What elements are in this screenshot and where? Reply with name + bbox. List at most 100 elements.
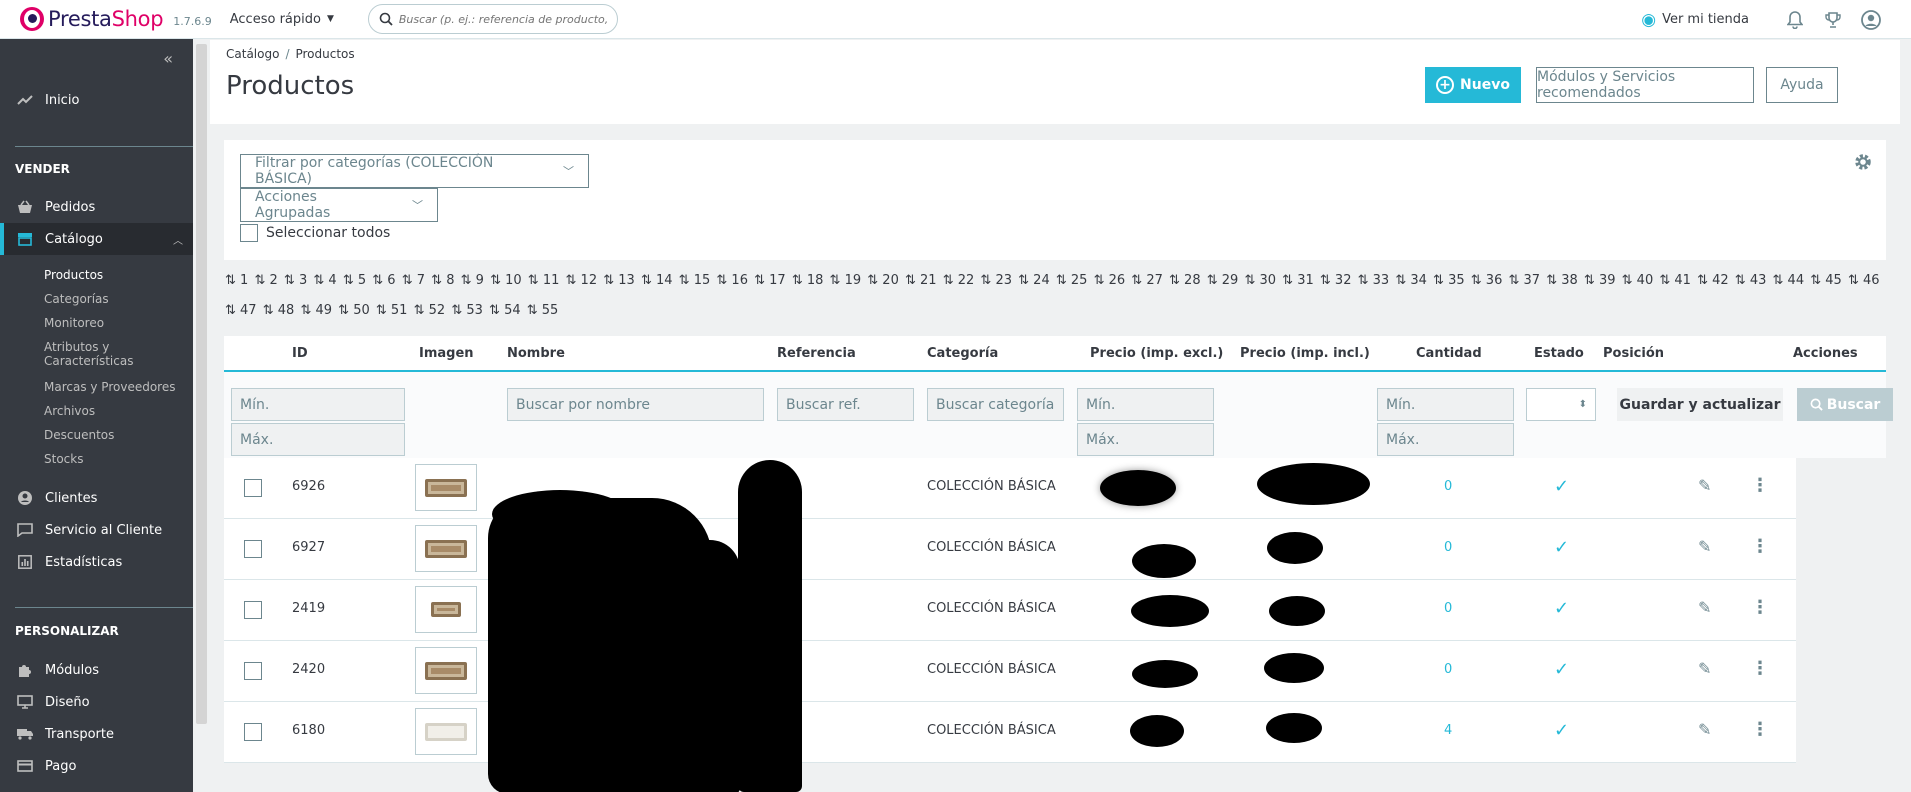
- th-price-incl[interactable]: Precio (imp. incl.): [1240, 346, 1370, 361]
- row-checkbox[interactable]: [244, 662, 262, 680]
- th-price-excl[interactable]: Precio (imp. excl.): [1090, 346, 1223, 361]
- sort-link[interactable]: 17: [769, 273, 786, 288]
- sort-link[interactable]: 15: [694, 273, 711, 288]
- sort-link[interactable]: 12: [581, 273, 598, 288]
- edit-icon[interactable]: ✎: [1698, 476, 1711, 495]
- sort-link[interactable]: 35: [1448, 273, 1465, 288]
- sidebar-item-modules[interactable]: Módulos: [0, 654, 193, 686]
- subnav-monitoring[interactable]: Monitoreo: [44, 316, 104, 330]
- more-vertical-icon[interactable]: ⋮: [1751, 719, 1769, 740]
- sort-link[interactable]: 9: [476, 273, 484, 288]
- sidebar-item-customer-service[interactable]: Servicio al Cliente: [0, 514, 193, 546]
- sort-link[interactable]: 37: [1524, 273, 1541, 288]
- breadcrumb-products[interactable]: Productos: [295, 47, 354, 61]
- row-checkbox[interactable]: [244, 540, 262, 558]
- more-vertical-icon[interactable]: ⋮: [1751, 475, 1769, 496]
- th-quantity[interactable]: Cantidad: [1416, 346, 1482, 361]
- category-search-input[interactable]: Buscar categoría: [927, 388, 1064, 421]
- sort-link[interactable]: 3: [299, 273, 307, 288]
- sort-link[interactable]: 24: [1033, 273, 1050, 288]
- subnav-discounts[interactable]: Descuentos: [44, 428, 114, 442]
- table-row[interactable]: 6180 COLECCIÓN BÁSICA 4 ✓ ✎ ⋮: [224, 702, 1796, 763]
- select-all-checkbox[interactable]: [240, 224, 258, 242]
- sort-link[interactable]: 39: [1599, 273, 1616, 288]
- sort-link[interactable]: 26: [1109, 273, 1126, 288]
- check-icon[interactable]: ✓: [1554, 598, 1569, 619]
- table-row[interactable]: 2419 COLECCIÓN BÁSICA 0 ✓ ✎ ⋮: [224, 580, 1796, 641]
- subnav-stocks[interactable]: Stocks: [44, 452, 83, 466]
- sort-link[interactable]: 36: [1486, 273, 1503, 288]
- gear-icon[interactable]: [1853, 152, 1873, 176]
- notifications-bell-icon[interactable]: [1785, 10, 1805, 30]
- sort-link[interactable]: 51: [391, 303, 408, 318]
- edit-icon[interactable]: ✎: [1698, 720, 1711, 739]
- table-row[interactable]: 6927 COLECCIÓN BÁSICA 0 ✓ ✎ ⋮: [224, 519, 1796, 580]
- sort-link[interactable]: 48: [278, 303, 295, 318]
- sort-link[interactable]: 38: [1561, 273, 1578, 288]
- trophy-icon[interactable]: [1823, 10, 1843, 30]
- sort-link[interactable]: 20: [882, 273, 899, 288]
- row-checkbox[interactable]: [244, 479, 262, 497]
- price-max-input[interactable]: Máx.: [1077, 423, 1214, 456]
- user-avatar-icon[interactable]: [1861, 9, 1881, 30]
- sidebar-item-catalog[interactable]: Catálogo ︿: [0, 223, 193, 255]
- quick-access-dropdown[interactable]: Acceso rápido ▼: [230, 12, 334, 27]
- sort-link[interactable]: 53: [466, 303, 483, 318]
- price-min-input[interactable]: Mín.: [1077, 388, 1214, 421]
- id-min-input[interactable]: Mín.: [231, 388, 405, 421]
- sort-link[interactable]: 31: [1297, 273, 1314, 288]
- check-icon[interactable]: ✓: [1554, 720, 1569, 741]
- subnav-brands[interactable]: Marcas y Proveedores: [44, 380, 175, 394]
- sort-link[interactable]: 33: [1373, 273, 1390, 288]
- sort-link[interactable]: 10: [505, 273, 522, 288]
- subnav-categories[interactable]: Categorías: [44, 292, 109, 306]
- sort-link[interactable]: 16: [731, 273, 748, 288]
- bulk-actions-dropdown[interactable]: Acciones Agrupadas ﹀: [240, 188, 438, 222]
- sidebar-item-orders[interactable]: Pedidos: [0, 191, 193, 223]
- row-checkbox[interactable]: [244, 601, 262, 619]
- more-vertical-icon[interactable]: ⋮: [1751, 597, 1769, 618]
- subnav-files[interactable]: Archivos: [44, 404, 95, 418]
- quantity-max-input[interactable]: Máx.: [1377, 423, 1514, 456]
- sort-link[interactable]: 6: [387, 273, 395, 288]
- check-icon[interactable]: ✓: [1554, 476, 1569, 497]
- sort-link[interactable]: 1: [240, 273, 248, 288]
- reference-search-input[interactable]: Buscar ref.: [777, 388, 914, 421]
- sidebar-item-shipping[interactable]: Transporte: [0, 718, 193, 750]
- quantity-min-input[interactable]: Mín.: [1377, 388, 1514, 421]
- sort-link[interactable]: 54: [504, 303, 521, 318]
- sort-link[interactable]: 8: [446, 273, 454, 288]
- select-all[interactable]: Seleccionar todos: [240, 224, 390, 242]
- sort-link[interactable]: 34: [1410, 273, 1427, 288]
- product-quantity[interactable]: 0: [1444, 540, 1452, 555]
- prestashop-logo[interactable]: PrestaShop: [20, 7, 164, 31]
- sort-link[interactable]: 25: [1071, 273, 1088, 288]
- edit-icon[interactable]: ✎: [1698, 659, 1711, 678]
- sidebar-item-customers[interactable]: Clientes: [0, 482, 193, 514]
- help-button[interactable]: Ayuda: [1766, 67, 1838, 103]
- sort-link[interactable]: 29: [1222, 273, 1239, 288]
- sidebar-item-payment[interactable]: Pago: [0, 750, 193, 782]
- header-search[interactable]: [367, 4, 618, 34]
- new-product-button[interactable]: + Nuevo: [1425, 67, 1521, 103]
- view-store-link[interactable]: ◉ Ver mi tienda: [1641, 10, 1749, 30]
- product-quantity[interactable]: 0: [1444, 662, 1452, 677]
- more-vertical-icon[interactable]: ⋮: [1751, 536, 1769, 557]
- th-position[interactable]: Posición: [1603, 346, 1664, 361]
- sort-link[interactable]: 5: [358, 273, 366, 288]
- sort-link[interactable]: 4: [328, 273, 336, 288]
- product-quantity[interactable]: 0: [1444, 601, 1452, 616]
- sort-link[interactable]: 45: [1825, 273, 1842, 288]
- sort-link[interactable]: 21: [920, 273, 937, 288]
- edit-icon[interactable]: ✎: [1698, 598, 1711, 617]
- subnav-products[interactable]: Productos: [44, 268, 103, 282]
- sort-link[interactable]: 43: [1750, 273, 1767, 288]
- sort-link[interactable]: 52: [429, 303, 446, 318]
- search-input[interactable]: [398, 12, 609, 26]
- sort-link[interactable]: 23: [995, 273, 1012, 288]
- sort-link[interactable]: 46: [1863, 273, 1880, 288]
- collapse-sidebar-icon[interactable]: «: [163, 49, 173, 68]
- th-category[interactable]: Categoría: [927, 346, 998, 361]
- sort-link[interactable]: 32: [1335, 273, 1352, 288]
- check-icon[interactable]: ✓: [1554, 537, 1569, 558]
